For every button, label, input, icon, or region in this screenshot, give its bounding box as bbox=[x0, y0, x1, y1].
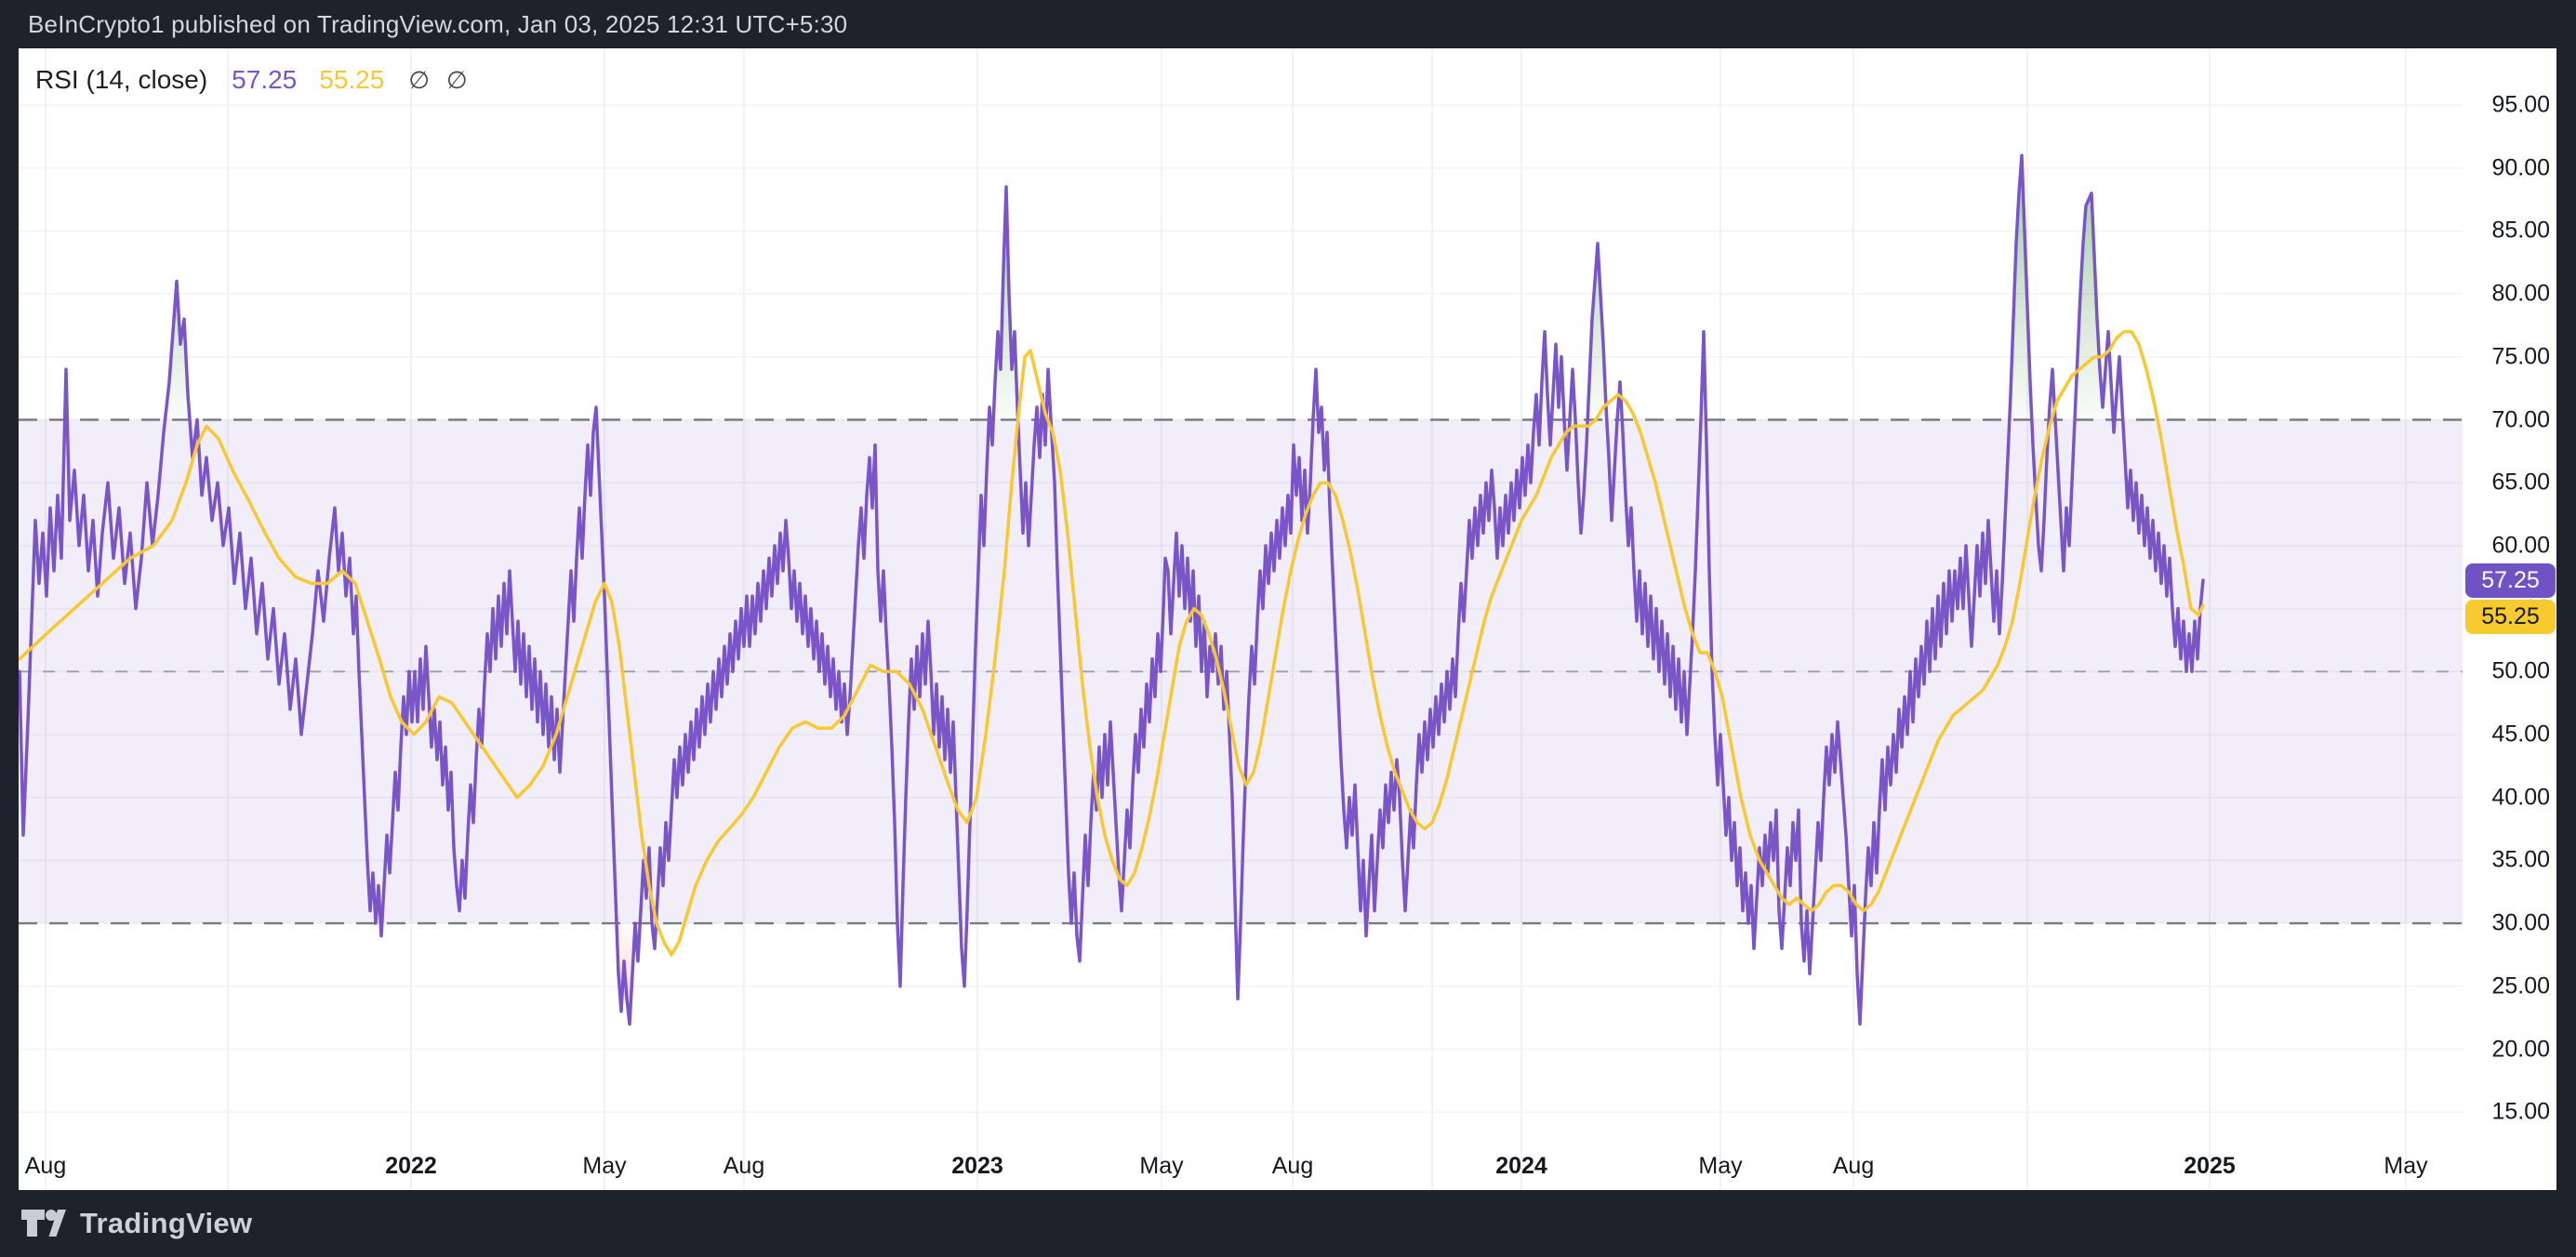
x-axis-label: 2022 bbox=[385, 1153, 437, 1180]
x-axis-label: May bbox=[1698, 1153, 1742, 1180]
y-axis-tick: 20.00 bbox=[2463, 1036, 2550, 1063]
rsi-price-badge: 57.25 bbox=[2465, 563, 2556, 598]
y-axis-tick: 60.00 bbox=[2463, 532, 2550, 559]
x-axis-label: May bbox=[2383, 1153, 2427, 1180]
y-axis-tick: 65.00 bbox=[2463, 470, 2550, 496]
rsi-chart-pane[interactable] bbox=[0, 0, 2576, 1257]
x-axis-label: May bbox=[582, 1153, 626, 1180]
x-axis-label: 2025 bbox=[2184, 1153, 2236, 1180]
y-axis-tick: 95.00 bbox=[2463, 92, 2550, 119]
indicator-legend: RSI (14, close) 57.25 55.25 ∅ ∅ bbox=[35, 65, 468, 95]
y-axis-tick: 85.00 bbox=[2463, 218, 2550, 245]
indicator-title: RSI (14, close) bbox=[35, 65, 207, 95]
y-axis-tick: 40.00 bbox=[2463, 784, 2550, 811]
y-axis-tick: 15.00 bbox=[2463, 1099, 2550, 1126]
left-frame-strip bbox=[0, 48, 19, 1190]
tradingview-logo-icon[interactable] bbox=[20, 1208, 67, 1239]
empty-set-icon: ∅ bbox=[408, 66, 430, 95]
y-axis-tick: 80.00 bbox=[2463, 281, 2550, 308]
tradingview-brand-text[interactable]: TradingView bbox=[80, 1207, 252, 1240]
x-axis-label: May bbox=[1139, 1153, 1183, 1180]
x-axis-label: 2024 bbox=[1495, 1153, 1547, 1180]
x-axis-label: Aug bbox=[1272, 1153, 1313, 1180]
ma-last-value: 55.25 bbox=[319, 65, 384, 95]
y-axis-tick: 90.00 bbox=[2463, 154, 2550, 181]
x-axis-label: Aug bbox=[1833, 1153, 1874, 1180]
y-axis-tick: 25.00 bbox=[2463, 973, 2550, 999]
x-axis-label: Aug bbox=[25, 1153, 66, 1180]
y-axis-tick: 70.00 bbox=[2463, 406, 2550, 433]
ma-price-badge: 55.25 bbox=[2465, 600, 2556, 634]
y-axis-tick: 30.00 bbox=[2463, 910, 2550, 937]
y-axis-tick: 45.00 bbox=[2463, 721, 2550, 748]
x-axis-label: 2023 bbox=[951, 1153, 1003, 1180]
x-axis-label: Aug bbox=[724, 1153, 764, 1180]
y-axis-tick: 75.00 bbox=[2463, 343, 2550, 370]
footer-bar: TradingView bbox=[0, 1190, 2576, 1257]
y-axis-tick: 35.00 bbox=[2463, 847, 2550, 874]
y-axis-tick: 50.00 bbox=[2463, 658, 2550, 685]
empty-set-icon: ∅ bbox=[446, 66, 468, 95]
right-frame-strip bbox=[2556, 48, 2576, 1190]
tradingview-published-chart: BeInCrypto1 published on TradingView.com… bbox=[0, 0, 2576, 1257]
rsi-last-value: 57.25 bbox=[232, 65, 297, 95]
